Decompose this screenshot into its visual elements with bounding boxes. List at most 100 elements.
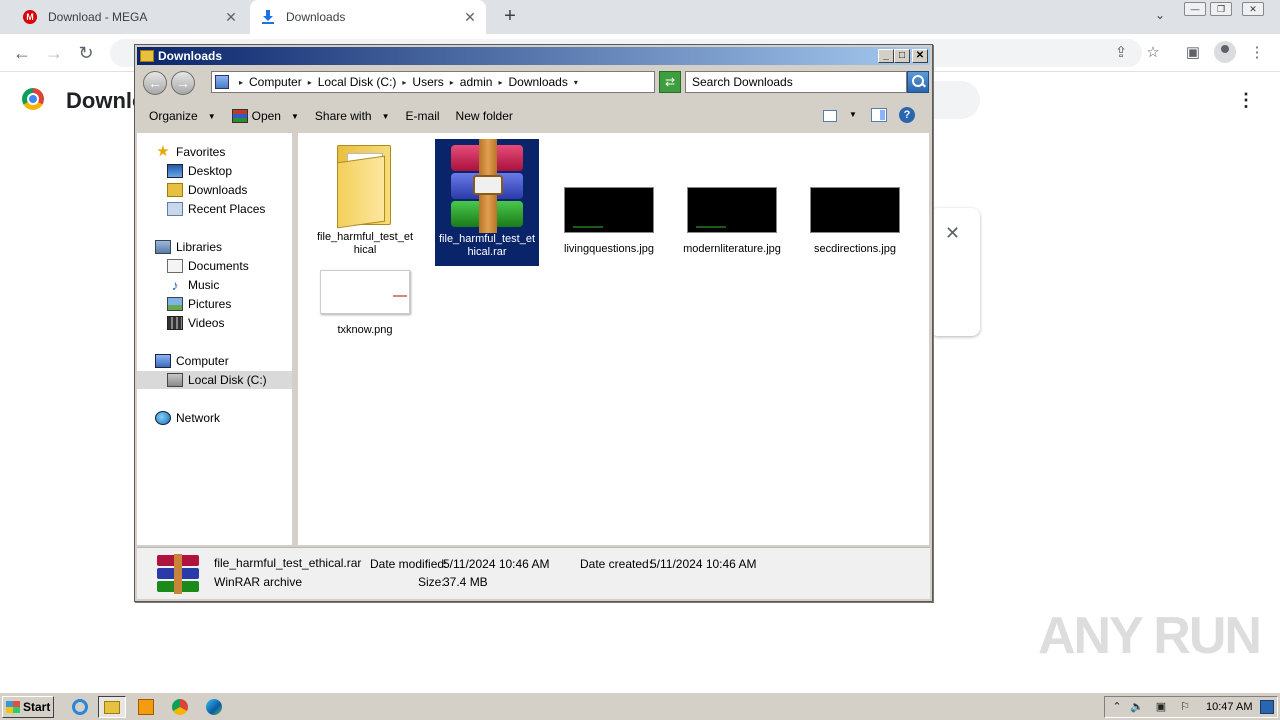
internet-explorer-icon — [72, 699, 88, 715]
file-name: file_harmful_test_ethical.rar — [439, 233, 535, 258]
command-bar: Organize ▼ Open ▼ Share with ▼ E-mail New f… — [137, 101, 930, 131]
winrar-archive-icon — [443, 139, 531, 233]
taskbar-clock[interactable]: 10:47 AM — [1206, 701, 1252, 713]
share-with-button[interactable]: Share with ▼ — [315, 109, 390, 123]
address-bar[interactable]: ▸ Computer ▸ Local Disk (C:) ▸ Users ▸ admin… — [211, 71, 720, 93]
breadcrumb-downloads[interactable]: Downloads — [508, 75, 567, 89]
image-thumbnail — [564, 187, 654, 233]
preview-pane-icon[interactable] — [871, 108, 887, 122]
tab-search-chevron-icon[interactable]: ⌄ — [1150, 8, 1170, 26]
libraries-icon — [155, 240, 171, 254]
taskbar-chrome[interactable] — [166, 696, 194, 718]
file-item-png[interactable]: txknow.png — [313, 270, 417, 337]
date-modified-label: Date modified: — [370, 557, 448, 571]
forward-arrow-icon[interactable]: → — [42, 41, 66, 65]
network-tray-icon[interactable]: ▣ — [1154, 700, 1168, 714]
close-tab-icon[interactable]: ✕ — [462, 9, 478, 25]
nav-music[interactable]: ♪ Music — [167, 276, 220, 294]
date-modified-value: 5/11/2024 10:46 AM — [443, 557, 550, 571]
winrar-icon — [231, 109, 248, 123]
file-name: livingquestions.jpg — [564, 243, 654, 255]
tab-downloads[interactable]: Downloads ✕ — [250, 0, 486, 34]
nav-network[interactable]: Network — [155, 409, 220, 427]
open-button[interactable]: Open ▼ — [231, 109, 299, 123]
refresh-icon[interactable]: ⇄ — [659, 71, 681, 93]
nav-recent-places[interactable]: Recent Places — [167, 200, 265, 218]
mega-icon: M — [22, 9, 38, 25]
show-hidden-icons-icon[interactable]: ⌃ — [1110, 700, 1124, 714]
bookmark-star-icon[interactable]: ☆ — [1142, 42, 1164, 64]
explorer-titlebar[interactable]: Downloads _ □ ✕ — [137, 47, 930, 65]
close-window-button[interactable]: ✕ — [1242, 2, 1264, 16]
winrar-archive-icon — [155, 554, 201, 594]
taskbar-edge[interactable] — [200, 696, 228, 718]
action-center-flag-icon[interactable]: ⚐ — [1178, 700, 1192, 714]
back-arrow-icon[interactable]: ← — [10, 41, 34, 65]
nav-pictures[interactable]: Pictures — [167, 295, 231, 313]
taskbar-media-player[interactable] — [132, 696, 160, 718]
file-item-jpg[interactable]: livingquestions.jpg — [557, 187, 661, 256]
nav-label: Videos — [188, 316, 225, 330]
breadcrumb-users[interactable]: Users — [412, 75, 443, 89]
nav-downloads[interactable]: Downloads — [167, 181, 247, 199]
file-item-folder[interactable]: file_harmful_test_ethical — [313, 139, 417, 257]
file-item-rar[interactable]: file_harmful_test_ethical.rar — [435, 139, 539, 266]
change-view-icon[interactable] — [823, 110, 837, 122]
reload-icon[interactable]: ↻ — [74, 41, 98, 65]
window-title: Downloads — [158, 49, 223, 63]
restore-button[interactable]: ❐ — [1210, 2, 1232, 16]
show-desktop-icon[interactable] — [1260, 700, 1274, 714]
breadcrumb-admin[interactable]: admin — [460, 75, 493, 89]
nav-favorites[interactable]: ★ Favorites — [155, 143, 225, 161]
tab-label: Download - MEGA — [48, 10, 148, 24]
size-label: Size: — [418, 575, 445, 589]
nav-desktop[interactable]: Desktop — [167, 162, 232, 180]
nav-libraries[interactable]: Libraries — [155, 238, 222, 256]
side-panel-icon[interactable]: ▣ — [1182, 42, 1204, 64]
email-button[interactable]: E-mail — [406, 109, 440, 123]
file-name: secdirections.jpg — [814, 243, 896, 255]
breadcrumb-local-disk[interactable]: Local Disk (C:) — [318, 75, 397, 89]
remove-download-close-icon[interactable]: ✕ — [945, 224, 963, 242]
tab-mega[interactable]: M Download - MEGA ✕ — [12, 0, 247, 34]
local-disk-icon — [167, 373, 183, 387]
taskbar-explorer[interactable] — [98, 696, 126, 718]
browser-tab-strip: M Download - MEGA ✕ Downloads ✕ + ⌄ — ❐ … — [0, 0, 1280, 34]
organize-button[interactable]: Organize ▼ — [149, 109, 216, 123]
nav-local-disk[interactable]: Local Disk (C:) — [137, 371, 292, 389]
file-item-jpg[interactable]: secdirections.jpg — [803, 187, 907, 256]
file-item-jpg[interactable]: modernliterature.jpg — [680, 187, 784, 256]
view-dropdown-icon[interactable]: ▼ — [849, 110, 857, 119]
profile-avatar[interactable] — [1214, 41, 1236, 63]
start-label: Start — [23, 700, 51, 714]
file-name: file_harmful_test_ethical — [317, 231, 413, 256]
more-options-icon[interactable]: ⋮ — [1236, 90, 1256, 110]
search-icon[interactable] — [907, 71, 929, 93]
nav-documents[interactable]: Documents — [167, 257, 249, 275]
share-icon[interactable]: ⇪ — [1110, 42, 1132, 64]
new-tab-button[interactable]: + — [498, 5, 522, 29]
minimize-button[interactable]: — — [1184, 2, 1206, 16]
nav-videos[interactable]: Videos — [167, 314, 224, 332]
documents-icon — [167, 259, 183, 273]
back-button[interactable]: ← — [143, 71, 167, 95]
new-folder-button[interactable]: New folder — [456, 109, 513, 123]
maximize-button[interactable]: □ — [894, 49, 910, 63]
nav-label: Libraries — [176, 240, 223, 254]
close-button[interactable]: ✕ — [912, 49, 928, 63]
breadcrumb-computer[interactable]: Computer — [249, 75, 302, 89]
nav-computer[interactable]: Computer — [155, 352, 229, 370]
chrome-logo-icon — [22, 88, 44, 110]
pictures-icon — [167, 297, 183, 311]
minimize-button[interactable]: _ — [878, 49, 894, 63]
search-input[interactable]: Search Downloads — [685, 71, 907, 93]
start-button[interactable]: Start — [2, 696, 54, 718]
help-icon[interactable]: ? — [899, 107, 915, 123]
forward-button[interactable]: → — [171, 71, 195, 95]
volume-icon[interactable]: 🔈 — [1130, 700, 1144, 714]
taskbar-ie[interactable] — [66, 696, 94, 718]
recent-places-icon — [167, 202, 183, 216]
date-created-label: Date created: — [580, 557, 653, 571]
menu-kebab-icon[interactable]: ⋮ — [1246, 42, 1268, 64]
close-tab-icon[interactable]: ✕ — [223, 9, 239, 25]
